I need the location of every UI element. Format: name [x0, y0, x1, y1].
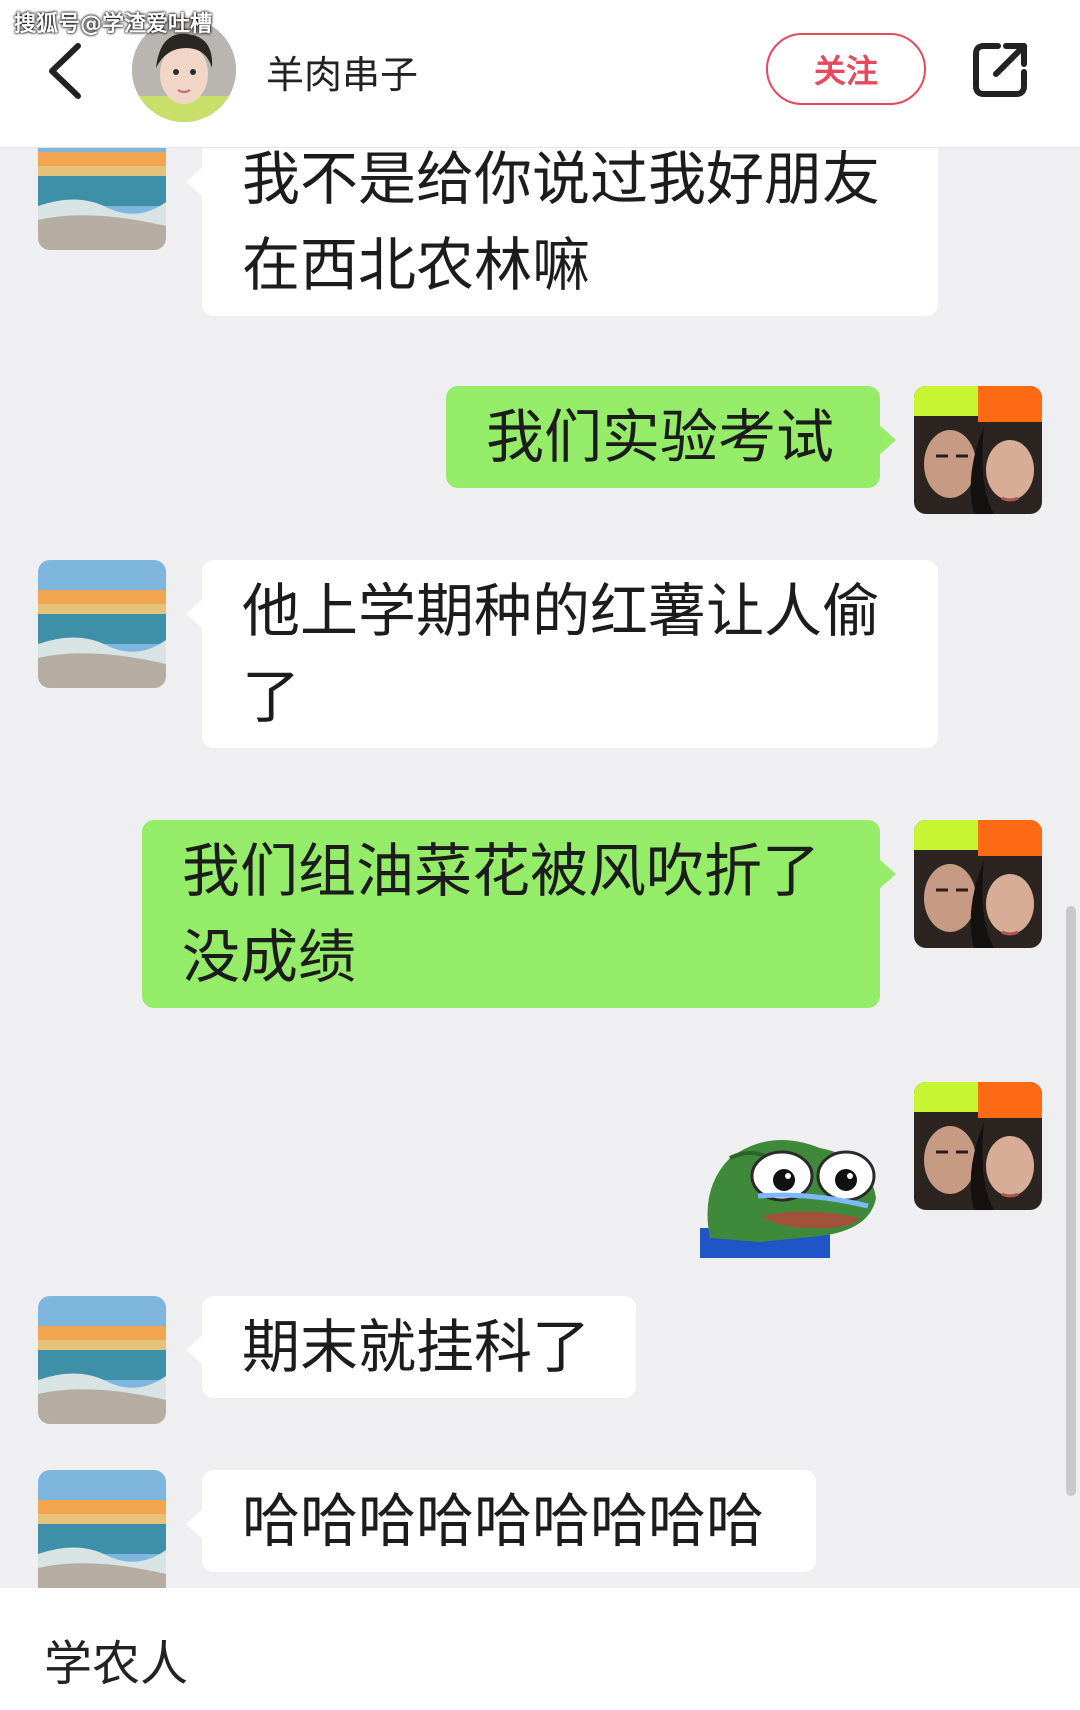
- chevron-left-icon: [49, 43, 81, 99]
- message-text: 他上学期种的红薯让人偷了: [242, 577, 881, 731]
- couple-avatar-icon: [914, 820, 1042, 948]
- self-avatar[interactable]: [914, 820, 1042, 948]
- message-bubble[interactable]: 他上学期种的红薯让人偷了: [186, 560, 938, 748]
- message-text: 我们实验考试: [486, 403, 835, 471]
- message-text: 我不是给你说过我好朋友在西北农林嘛: [242, 148, 881, 299]
- beach-sunset-icon: [38, 148, 166, 250]
- beach-sunset-icon: [38, 1296, 166, 1424]
- beach-sunset-icon: [38, 560, 166, 688]
- contact-name: 羊肉串子: [266, 53, 419, 97]
- friend-avatar[interactable]: [38, 1296, 166, 1424]
- message-bubble[interactable]: 我不是给你说过我好朋友在西北农林嘛: [186, 148, 938, 316]
- caption-text: 学农人: [44, 1636, 189, 1692]
- message-bubble[interactable]: 期末就挂科了: [186, 1296, 636, 1398]
- message-bubble[interactable]: 我们组油菜花被风吹折了没成绩: [142, 820, 896, 1008]
- share-external-icon: [973, 43, 1027, 97]
- caption-bar: 学农人: [0, 1588, 1080, 1710]
- self-avatar[interactable]: [914, 386, 1042, 514]
- watermark: 搜狐号@学渣爱吐槽: [14, 12, 213, 37]
- share-button[interactable]: [970, 38, 1032, 100]
- message-text: 期末就挂科了: [242, 1313, 591, 1381]
- chat-area[interactable]: 我不是给你说过我好朋友在西北农林嘛 我们实验考试 他上学期种的红薯让人偷了 我们…: [0, 148, 1080, 1588]
- message-bubble[interactable]: 我们实验考试: [446, 386, 896, 488]
- follow-button[interactable]: 关注: [766, 33, 926, 105]
- friend-avatar[interactable]: [38, 560, 166, 688]
- crying-frog-sticker[interactable]: [700, 1118, 880, 1258]
- friend-avatar[interactable]: [38, 148, 166, 250]
- message-text: 哈哈哈哈哈哈哈哈哈: [242, 1487, 765, 1555]
- scrollbar[interactable]: [1066, 906, 1076, 1496]
- beach-sunset-icon: [38, 1470, 166, 1588]
- couple-avatar-icon: [914, 1082, 1042, 1210]
- message-text: 我们组油菜花被风吹折了没成绩: [182, 837, 821, 991]
- self-avatar[interactable]: [914, 1082, 1042, 1210]
- back-button[interactable]: [38, 36, 98, 106]
- message-bubble[interactable]: 哈哈哈哈哈哈哈哈哈: [186, 1470, 816, 1572]
- couple-avatar-icon: [914, 386, 1042, 514]
- friend-avatar[interactable]: [38, 1470, 166, 1588]
